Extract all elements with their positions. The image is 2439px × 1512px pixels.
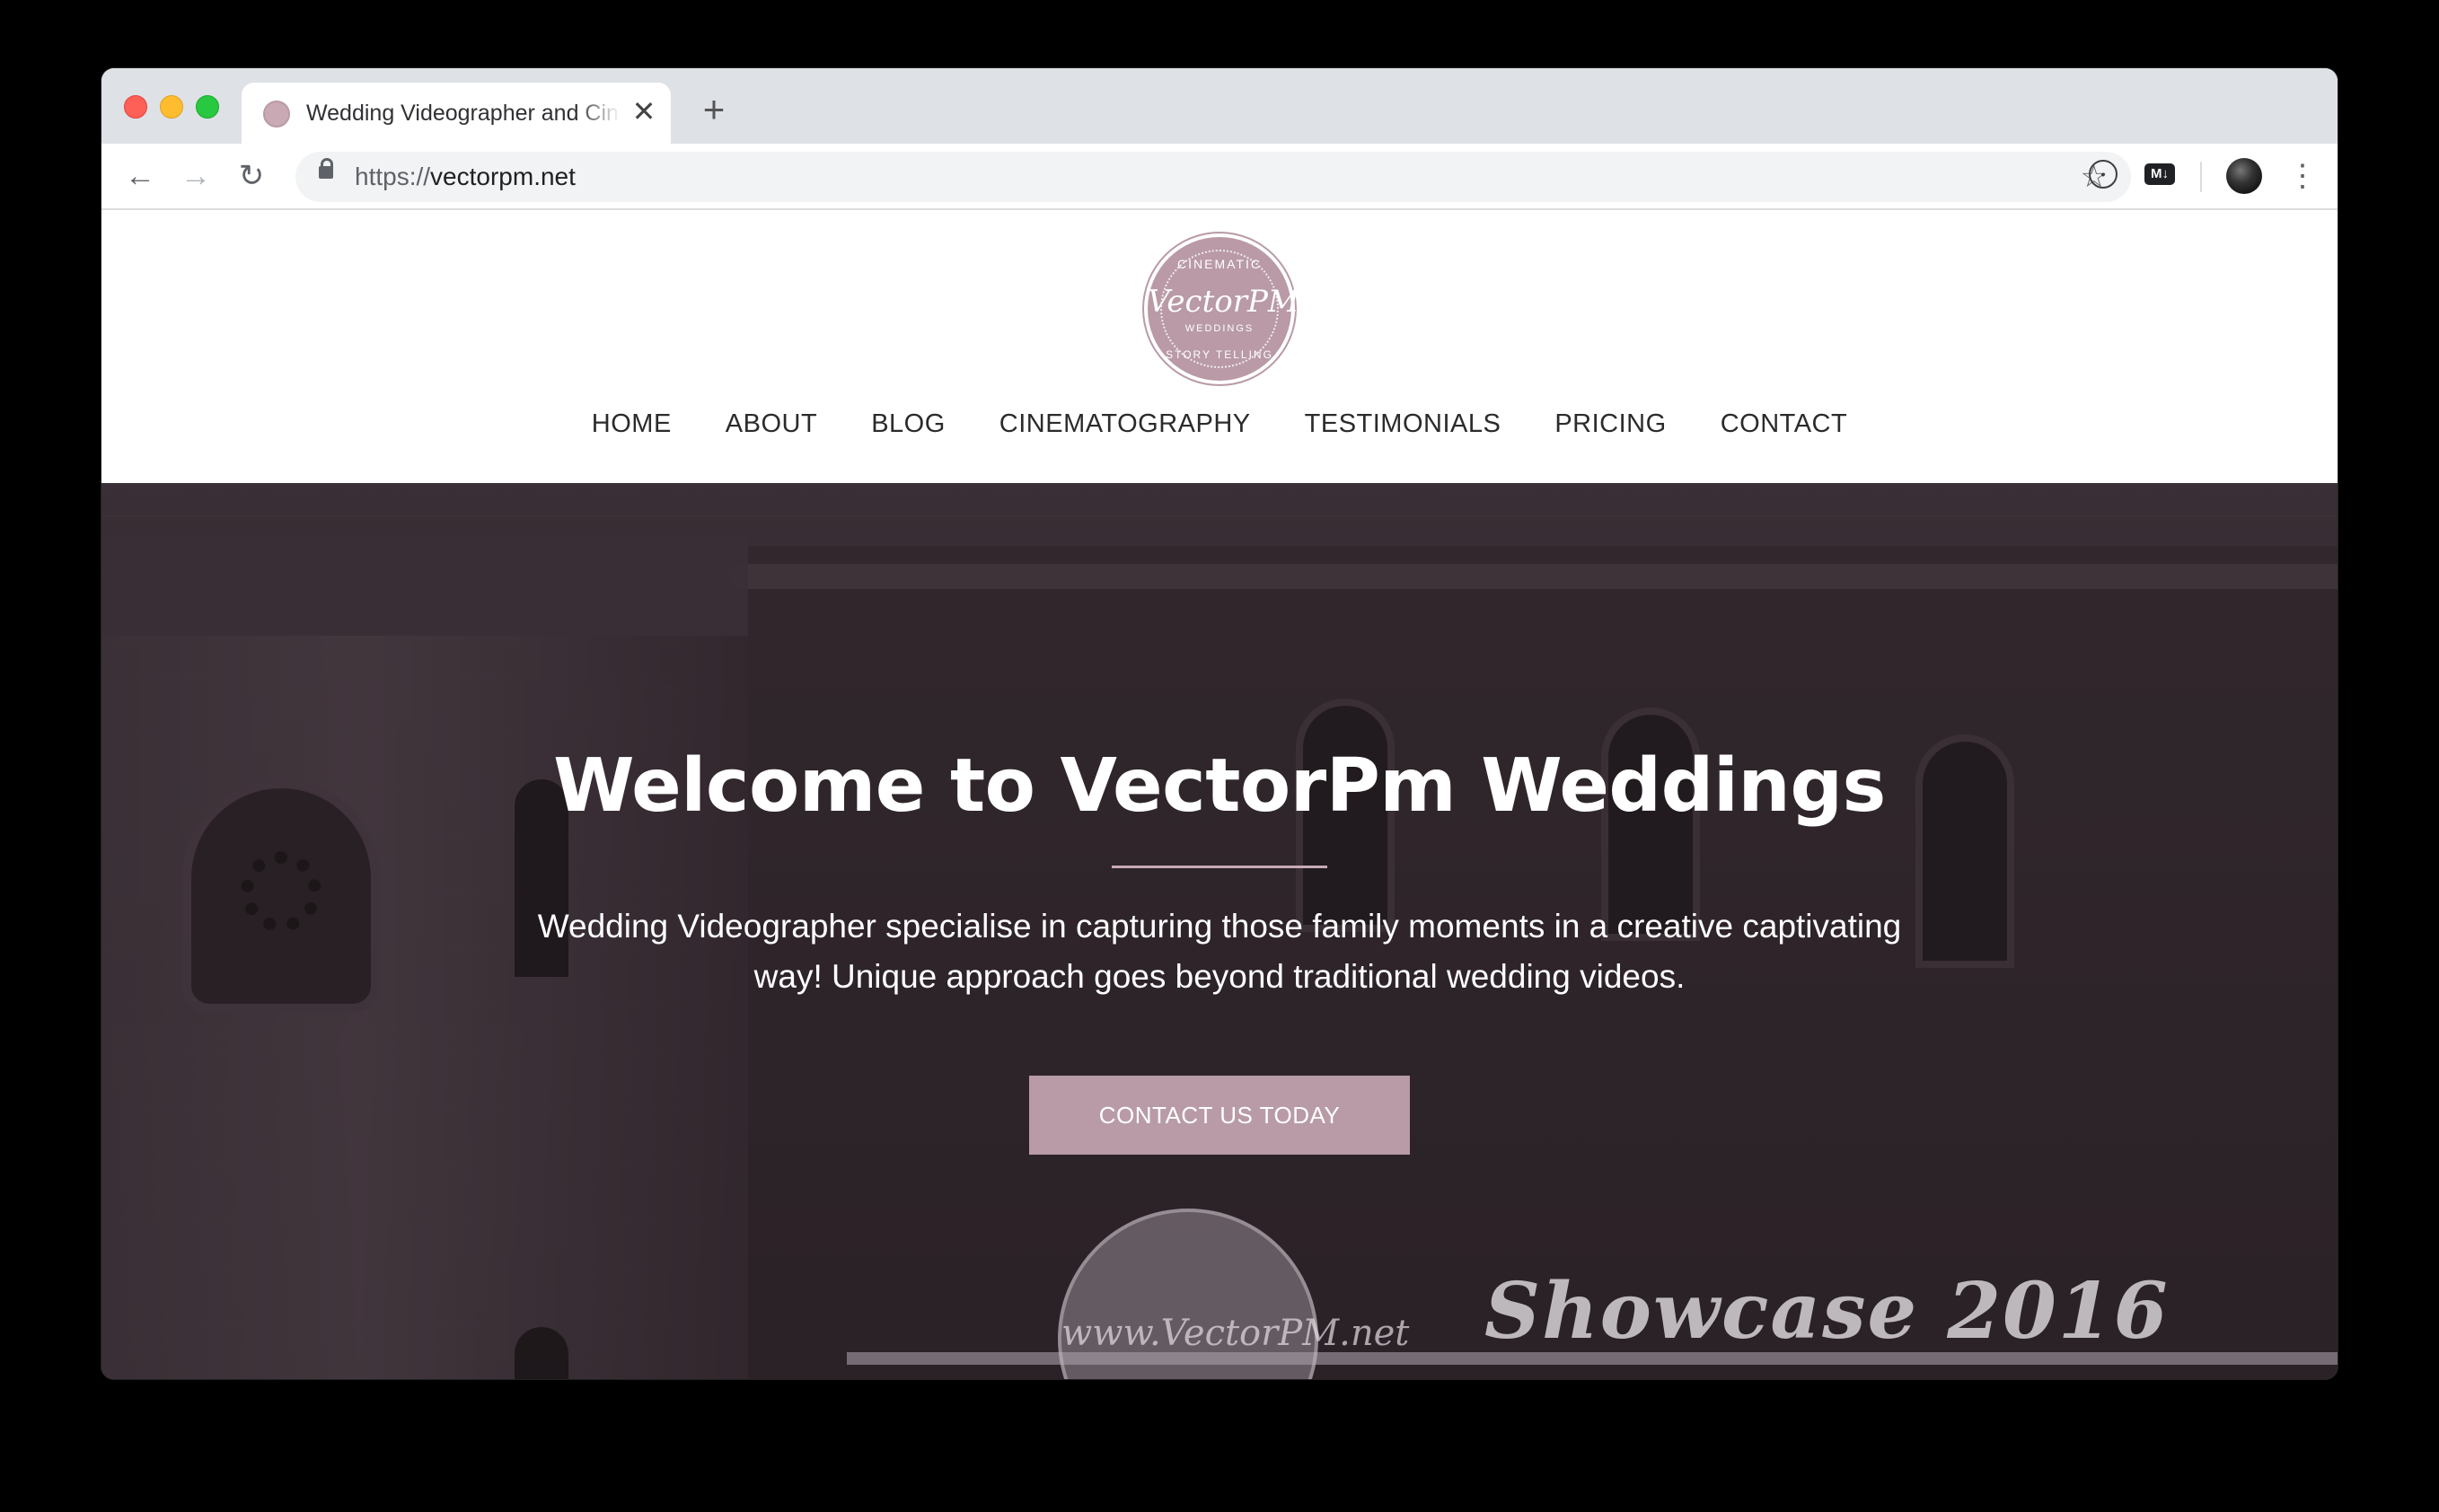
url-text[interactable]: https://vectorpm.net: [355, 163, 576, 191]
maximize-window-button[interactable]: [196, 95, 219, 119]
nav-contact[interactable]: CONTACT: [1721, 409, 1848, 439]
reload-button[interactable]: ↻: [231, 155, 272, 197]
url-host: vectorpm.net: [430, 163, 576, 190]
back-button[interactable]: ←: [119, 155, 161, 197]
nav-pricing[interactable]: PRICING: [1554, 409, 1666, 439]
browser-window: Wedding Videographer and Cinematography …: [101, 68, 2338, 1379]
browser-tab-active[interactable]: Wedding Videographer and Cinematography …: [242, 83, 671, 144]
video-watermark-text: www.VectorPM.net: [1061, 1313, 1410, 1354]
extension-icon[interactable]: •: [2089, 160, 2118, 189]
hero-divider: [1112, 866, 1327, 868]
url-scheme: https://: [355, 163, 431, 190]
nav-home[interactable]: HOME: [592, 409, 672, 439]
site-header: CINEMATIC VectorPM WEDDINGS STORY TELLIN…: [101, 210, 2338, 483]
site-logo[interactable]: CINEMATIC VectorPM WEDDINGS STORY TELLIN…: [1148, 237, 1299, 381]
minimize-window-button[interactable]: [160, 95, 183, 119]
tab-bar: Wedding Videographer and Cinematography …: [101, 68, 2338, 144]
logo-sub-text: WEDDINGS: [1184, 323, 1255, 334]
address-bar[interactable]: https://vectorpm.net ☆: [295, 152, 2131, 202]
new-tab-button[interactable]: +: [694, 90, 734, 129]
logo-main-text: VectorPM: [1148, 284, 1299, 320]
close-window-button[interactable]: [124, 95, 147, 119]
forward-button[interactable]: →: [175, 155, 216, 197]
contact-us-button[interactable]: CONTACT US TODAY: [1029, 1076, 1410, 1155]
nav-blog[interactable]: BLOG: [871, 409, 946, 439]
logo-top-text: CINEMATIC: [1177, 257, 1262, 271]
toolbar-divider: [2200, 162, 2202, 192]
hero-description: Wedding Videographer specialise in captu…: [537, 908, 1902, 995]
nav-about[interactable]: ABOUT: [726, 409, 817, 439]
hero-title: Welcome to VectorPm Weddings: [553, 743, 1886, 829]
nav-cinematography[interactable]: CINEMATOGRAPHY: [999, 409, 1251, 439]
lock-icon: [319, 158, 333, 179]
tab-close-icon[interactable]: ✕: [628, 95, 660, 127]
site-favicon-icon: [263, 101, 290, 127]
browser-toolbar: ← → ↻ https://vectorpm.net ☆ • M↓ ⋮: [101, 144, 2338, 210]
markdown-extension-icon[interactable]: M↓: [2144, 163, 2175, 185]
logo-bottom-text: STORY TELLING: [1166, 348, 1273, 361]
profile-avatar[interactable]: [2226, 158, 2262, 194]
hero-section: www.VectorPM.net Showcase 2016 Welcome t…: [101, 483, 2338, 1379]
main-navigation: HOME ABOUT BLOG CINEMATOGRAPHY TESTIMONI…: [101, 409, 2338, 439]
tab-title: Wedding Videographer and Cinematography: [306, 101, 621, 126]
nav-testimonials[interactable]: TESTIMONIALS: [1305, 409, 1501, 439]
video-caption: Showcase 2016: [1484, 1266, 2170, 1357]
browser-menu-icon[interactable]: ⋮: [2287, 155, 2318, 197]
